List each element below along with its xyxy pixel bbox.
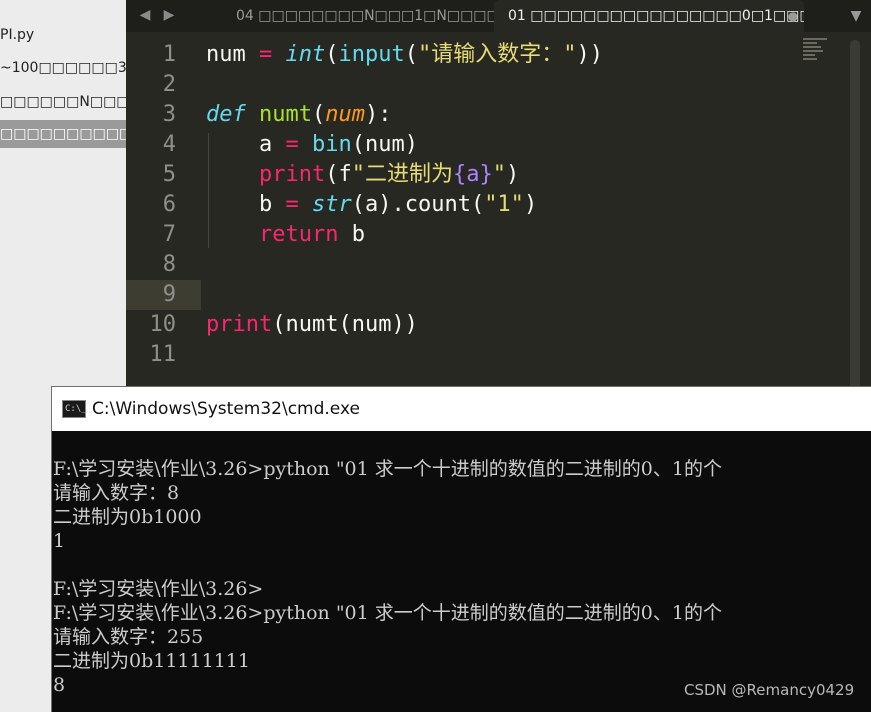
minimap[interactable] bbox=[803, 38, 831, 68]
token: ( bbox=[311, 102, 326, 127]
token: (a).count( bbox=[351, 192, 485, 217]
minimap-line bbox=[803, 54, 815, 56]
token: b bbox=[338, 222, 365, 247]
code-line-6: b = str(a).count("1") bbox=[206, 190, 537, 220]
token: = bbox=[285, 132, 299, 157]
minimap-line bbox=[803, 50, 823, 52]
sidebar-file-item[interactable]: PI.py bbox=[0, 21, 126, 49]
tab-04-file[interactable]: 04 □□□□□□□□N□□□1□N□□□□□□□□□ bbox=[206, 0, 496, 32]
nav-back-icon[interactable]: ◀ bbox=[136, 3, 154, 27]
cmd-output-line: 二进制为0b11111111 bbox=[53, 650, 250, 672]
token: ( bbox=[404, 42, 418, 67]
token: print bbox=[206, 312, 273, 337]
tab-dropdown-icon[interactable]: ▼ bbox=[846, 4, 866, 28]
cmd-window-title: C:\Windows\System32\cmd.exe bbox=[92, 399, 360, 419]
cmd-output-line: F:\学习安装\作业\3.26>python "01 求一个十进制的数值的二进制… bbox=[53, 458, 722, 480]
line-number: 8 bbox=[162, 252, 176, 277]
token: b bbox=[206, 192, 286, 217]
token: bin bbox=[311, 132, 352, 157]
token: {a} bbox=[452, 162, 493, 187]
code-line-1: num = int(input("请输入数字：")) bbox=[206, 40, 603, 70]
code-line-5: print(f"二进制为{a}") bbox=[206, 160, 519, 190]
token: = bbox=[285, 192, 299, 217]
cmd-output-line: 请输入数字：255 bbox=[53, 626, 204, 648]
token: " bbox=[492, 162, 506, 187]
line-number: 3 bbox=[162, 102, 176, 127]
cmd-output-line: 二进制为0b1000 bbox=[53, 506, 202, 528]
token: int bbox=[285, 42, 326, 67]
cmd-window: C:\_ C:\Windows\System32\cmd.exe F:\学习安装… bbox=[51, 386, 871, 712]
token: return bbox=[258, 222, 339, 247]
token: )) bbox=[576, 42, 603, 67]
token: (f bbox=[325, 162, 352, 187]
sidebar-file-item-selected[interactable]: □□□□□□□□□□□□□□□□ bbox=[0, 120, 126, 148]
nav-forward-icon[interactable]: ▶ bbox=[160, 3, 178, 27]
vertical-scrollbar[interactable] bbox=[850, 40, 860, 390]
line-number: 2 bbox=[162, 72, 176, 97]
line-number: 7 bbox=[162, 222, 176, 247]
cmd-output-line: F:\学习安装\作业\3.26>python "01 求一个十进制的数值的二进制… bbox=[53, 602, 722, 624]
token: numt bbox=[259, 102, 312, 127]
sidebar-file-item[interactable]: ~100□□□□□□3□□□□ bbox=[0, 54, 126, 82]
line-number: 6 bbox=[162, 192, 176, 217]
token: "请输入数字：" bbox=[417, 42, 577, 67]
token: num bbox=[325, 102, 365, 127]
tab-01-file[interactable]: 01 □□□□□□□□□□□□□□□□0□1□□□□.py bbox=[494, 0, 804, 32]
minimap-line bbox=[803, 38, 827, 40]
code-line-10: print(numt(num)) bbox=[206, 310, 418, 340]
token: ) bbox=[505, 162, 520, 187]
cmd-titlebar[interactable]: C:\_ C:\Windows\System32\cmd.exe bbox=[52, 387, 871, 431]
token: input bbox=[338, 42, 405, 67]
token: num bbox=[206, 42, 246, 67]
line-number: 5 bbox=[162, 162, 176, 187]
cmd-output-line: 请输入数字：8 bbox=[53, 482, 180, 504]
code-line-3: def numt(num): bbox=[206, 100, 391, 130]
token: ( bbox=[325, 42, 339, 67]
modified-dot-icon[interactable]: ● bbox=[786, 9, 800, 23]
cmd-output-line: 1 bbox=[53, 530, 66, 552]
code-line-7: return b bbox=[206, 220, 365, 250]
line-number: 10 bbox=[149, 312, 177, 337]
token: a bbox=[206, 132, 286, 157]
cmd-output-line: 8 bbox=[53, 674, 66, 696]
token: (num) bbox=[351, 132, 418, 157]
cmd-icon-glyph: C:\_ bbox=[65, 404, 87, 414]
code-line-4: a = bin(num) bbox=[206, 130, 418, 160]
token: "1" bbox=[484, 192, 524, 217]
line-number: 1 bbox=[162, 42, 176, 67]
cmd-output-line: F:\学习安装\作业\3.26> bbox=[53, 578, 264, 600]
sidebar-file-item[interactable]: □□□□□□N□□□1□N□□□ bbox=[0, 88, 126, 116]
watermark: CSDN @Remancy0429 bbox=[684, 681, 855, 699]
minimap-line bbox=[803, 42, 817, 44]
token: print bbox=[258, 162, 326, 187]
token: (numt(num)) bbox=[272, 312, 418, 337]
token: ) bbox=[523, 192, 538, 217]
token: = bbox=[245, 42, 286, 67]
minimap-line bbox=[803, 46, 821, 48]
line-number: 11 bbox=[149, 342, 177, 367]
cmd-app-icon: C:\_ bbox=[62, 400, 87, 418]
token: def bbox=[206, 102, 246, 127]
token: str bbox=[311, 192, 352, 217]
token: ): bbox=[364, 102, 392, 127]
token: "二进制为 bbox=[351, 162, 453, 187]
minimap-line bbox=[803, 58, 817, 60]
line-number: 4 bbox=[162, 132, 176, 157]
code-editor: ◀ ▶ 04 □□□□□□□□N□□□1□N□□□□□□□□□ 01 □□□□□… bbox=[126, 0, 871, 400]
line-number: 9 bbox=[162, 282, 176, 307]
tab-bar: ◀ ▶ 04 □□□□□□□□N□□□1□N□□□□□□□□□ 01 □□□□□… bbox=[126, 0, 871, 32]
